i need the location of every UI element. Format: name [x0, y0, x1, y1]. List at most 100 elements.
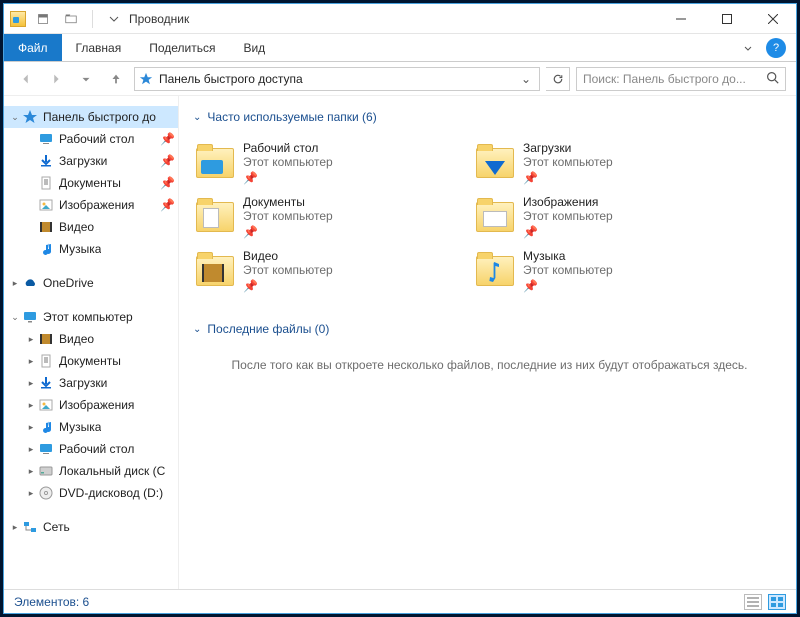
tree-quick-pictures[interactable]: ▸Изображения📌 — [4, 194, 178, 216]
group-frequent-header[interactable]: ⌄Часто используемые папки (6) — [193, 110, 786, 124]
group-recent-header[interactable]: ⌄Последние файлы (0) — [193, 322, 786, 336]
disk-icon — [38, 463, 54, 479]
dvd-icon — [38, 485, 54, 501]
nav-recent-dropdown[interactable] — [74, 67, 98, 91]
tree-label: DVD-дисковод (D:) — [59, 486, 163, 500]
tab-share[interactable]: Поделиться — [135, 34, 229, 61]
tree-network[interactable]: ▸ Сеть — [4, 516, 178, 538]
tile-subtitle: Этот компьютер — [243, 155, 333, 169]
pin-icon: 📌 — [160, 154, 172, 168]
search-placeholder: Поиск: Панель быстрого до... — [583, 72, 746, 86]
address-dropdown-icon[interactable]: ⌄ — [517, 72, 535, 86]
tree-quick-documents[interactable]: ▸Документы📌 — [4, 172, 178, 194]
net-icon — [22, 519, 38, 535]
chevron-icon: ▸ — [8, 278, 22, 289]
qat-dropdown-icon[interactable] — [103, 8, 125, 30]
chevron-icon: ▸ — [24, 488, 38, 499]
address-row: Панель быстрого доступа ⌄ Поиск: Панель … — [4, 62, 796, 96]
folder-icon — [475, 197, 515, 237]
tree-quick-video[interactable]: ▸Видео — [4, 216, 178, 238]
view-tiles-button[interactable] — [768, 594, 786, 610]
tile-texts: ВидеоЭтот компьютер📌 — [243, 249, 333, 293]
folder-icon — [475, 251, 515, 291]
tile-texts: ИзображенияЭтот компьютер📌 — [523, 195, 613, 239]
help-button[interactable]: ? — [766, 38, 786, 58]
chevron-icon: ▸ — [24, 356, 38, 367]
qat-separator — [92, 10, 93, 28]
close-button[interactable] — [750, 4, 796, 34]
tile-subtitle: Этот компьютер — [243, 263, 333, 277]
titlebar: Проводник — [4, 4, 796, 34]
tile-title: Рабочий стол — [243, 141, 333, 155]
tree-quick-desktop[interactable]: ▸Рабочий стол📌 — [4, 128, 178, 150]
tile-title: Музыка — [523, 249, 613, 263]
tree-label: Музыка — [59, 242, 101, 256]
tree-pc-downloads[interactable]: ▸Загрузки — [4, 372, 178, 394]
tile-music[interactable]: МузыкаЭтот компьютер📌 — [473, 246, 743, 296]
minimize-button[interactable] — [658, 4, 704, 34]
tile-doc[interactable]: ДокументыЭтот компьютер📌 — [193, 192, 463, 242]
tree-pc-disk[interactable]: ▸Локальный диск (C — [4, 460, 178, 482]
pin-icon: 📌 — [523, 225, 613, 239]
tree-this-pc[interactable]: ⌄Этот компьютер — [4, 306, 178, 328]
tile-desktop[interactable]: Рабочий столЭтот компьютер 📌 — [193, 138, 463, 188]
tree-pc-desktop[interactable]: ▸Рабочий стол — [4, 438, 178, 460]
tile-subtitle: Этот компьютер — [523, 155, 613, 169]
tab-home[interactable]: Главная — [62, 34, 136, 61]
downloads-icon — [38, 153, 54, 169]
star-icon — [22, 109, 38, 125]
chevron-icon: ▸ — [24, 400, 38, 411]
tree-pc-pictures[interactable]: ▸ Изображения — [4, 394, 178, 416]
ribbon-collapse-icon[interactable] — [734, 34, 762, 61]
tab-file[interactable]: Файл — [4, 34, 62, 61]
tree-label: OneDrive — [43, 276, 94, 290]
pictures-icon — [38, 397, 54, 413]
view-details-button[interactable] — [744, 594, 762, 610]
tree-label: Загрузки — [59, 154, 107, 168]
pin-icon: 📌 — [160, 176, 172, 190]
chevron-down-icon: ⌄ — [193, 324, 201, 335]
video-icon — [38, 331, 54, 347]
tree-onedrive[interactable]: ▸ OneDrive — [4, 272, 178, 294]
address-bar[interactable]: Панель быстрого доступа ⌄ — [134, 67, 540, 91]
nav-back-button[interactable] — [14, 67, 38, 91]
search-box[interactable]: Поиск: Панель быстрого до... — [576, 67, 786, 91]
tree-label: Сеть — [43, 520, 70, 534]
qat-newfolder-icon[interactable] — [60, 8, 82, 30]
chevron-icon: ▸ — [8, 522, 22, 533]
qat-properties-icon[interactable] — [32, 8, 54, 30]
documents-icon — [38, 353, 54, 369]
tab-view[interactable]: Вид — [229, 34, 279, 61]
nav-up-button[interactable] — [104, 67, 128, 91]
tile-subtitle: Этот компьютер — [523, 209, 613, 223]
tree-quick-music[interactable]: ▸Музыка — [4, 238, 178, 260]
maximize-button[interactable] — [704, 4, 750, 34]
folder-icon — [195, 143, 235, 183]
pc-icon — [22, 309, 38, 325]
folder-icon — [475, 143, 515, 183]
pin-icon: 📌 — [160, 198, 172, 212]
nav-forward-button[interactable] — [44, 67, 68, 91]
qat — [4, 8, 125, 30]
tile-vid[interactable]: ВидеоЭтот компьютер📌 — [193, 246, 463, 296]
window-controls — [658, 4, 796, 34]
refresh-button[interactable] — [546, 67, 570, 91]
tree-quick-access[interactable]: ⌄Панель быстрого до — [4, 106, 178, 128]
quickaccess-star-icon — [139, 72, 153, 86]
tile-title: Документы — [243, 195, 333, 209]
tree-pc-documents[interactable]: ▸Документы — [4, 350, 178, 372]
pin-icon: 📌 — [243, 171, 333, 185]
documents-icon — [38, 175, 54, 191]
downloads-icon — [38, 375, 54, 391]
tree-label: Этот компьютер — [43, 310, 133, 324]
tree-pc-video[interactable]: ▸Видео — [4, 328, 178, 350]
tree-pc-music[interactable]: ▸Музыка — [4, 416, 178, 438]
tile-download[interactable]: ЗагрузкиЭтот компьютер📌 — [473, 138, 743, 188]
chevron-down-icon: ⌄ — [193, 112, 201, 123]
tree-label: Изображения — [59, 398, 134, 412]
tile-pic[interactable]: ИзображенияЭтот компьютер📌 — [473, 192, 743, 242]
tree-quick-downloads[interactable]: ▸Загрузки📌 — [4, 150, 178, 172]
tree-pc-dvd[interactable]: ▸ DVD-дисковод (D:) — [4, 482, 178, 504]
tree-label: Рабочий стол — [59, 442, 134, 456]
tree-label: Рабочий стол — [59, 132, 134, 146]
